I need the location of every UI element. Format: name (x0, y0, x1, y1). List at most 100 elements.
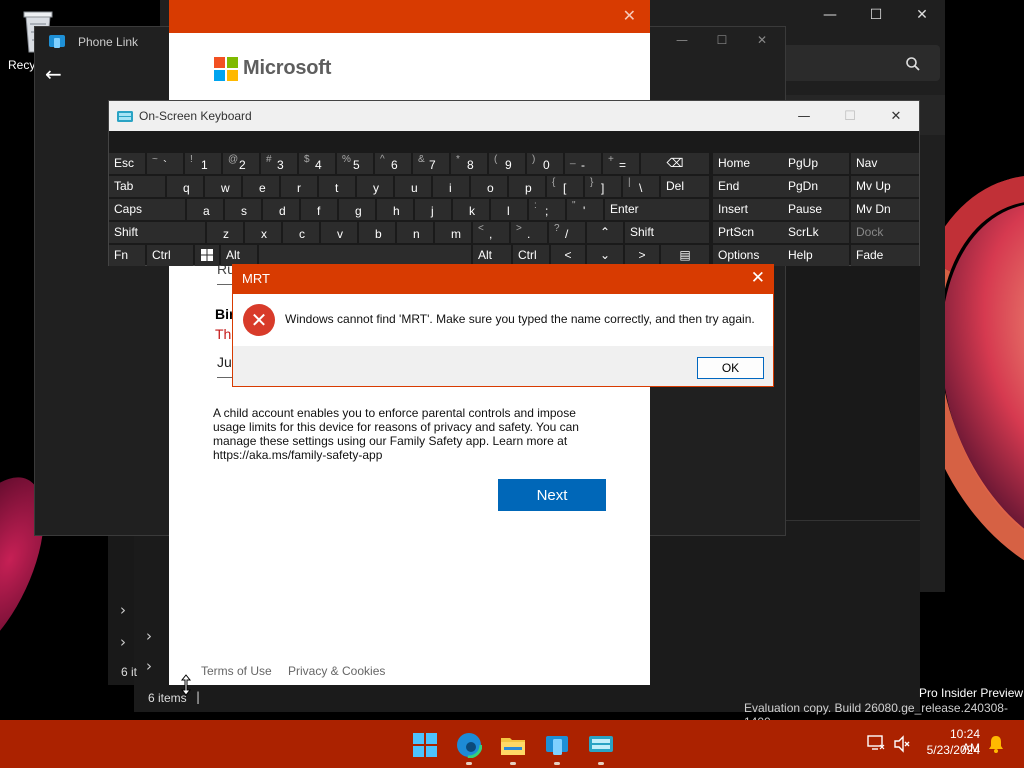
key-u[interactable]: u (395, 176, 431, 197)
key-8[interactable]: * 8 (451, 153, 487, 174)
key-left-arrow[interactable]: < (551, 245, 585, 266)
key-y[interactable]: y (357, 176, 393, 197)
file-explorer-icon[interactable] (500, 732, 526, 758)
maximize-button[interactable]: ☐ (702, 26, 742, 54)
key-9[interactable]: (9 (489, 153, 525, 174)
minimize-button[interactable]: — (807, 0, 853, 30)
key-k[interactable]: k (453, 199, 489, 220)
close-button[interactable]: ✕ (751, 268, 765, 288)
key-down-arrow[interactable]: ⌄ (587, 245, 623, 266)
key-tab[interactable]: Tab (109, 176, 165, 197)
key-menu[interactable]: ▤ (661, 245, 709, 266)
key-dock[interactable]: Dock (851, 222, 919, 243)
key-d[interactable]: d (263, 199, 299, 220)
key-enter[interactable]: Enter (605, 199, 709, 220)
key-fade[interactable]: Fade (851, 245, 919, 266)
key-backslash[interactable]: | \ (623, 176, 659, 197)
key-j[interactable]: j (415, 199, 451, 220)
key-right-ctrl[interactable]: Ctrl (513, 245, 549, 266)
key-s[interactable]: s (225, 199, 261, 220)
close-button[interactable]: ✕ (623, 6, 636, 25)
key-fn[interactable]: Fn (109, 245, 145, 266)
minimize-button[interactable]: — (662, 26, 702, 54)
key-7[interactable]: & 7 (413, 153, 449, 174)
key-right-bracket[interactable]: }] (585, 176, 621, 197)
terms-of-use-link[interactable]: Terms of Use (201, 664, 272, 678)
key-semicolon[interactable]: :; (529, 199, 565, 220)
key-scrlk[interactable]: ScrLk (783, 222, 849, 243)
key-del[interactable]: Del (661, 176, 709, 197)
key-o[interactable]: o (471, 176, 507, 197)
key-1[interactable]: ! 1 (185, 153, 221, 174)
key-2[interactable]: @2 (223, 153, 259, 174)
key-l[interactable]: l (491, 199, 527, 220)
expand-chevron-icon[interactable]: › (120, 633, 126, 651)
key-space[interactable] (259, 245, 471, 266)
start-icon[interactable] (412, 732, 438, 758)
key-comma[interactable]: <, (473, 222, 509, 243)
key-p[interactable]: p (509, 176, 545, 197)
key-0[interactable]: ) 0 (527, 153, 563, 174)
maximize-button[interactable]: ☐ (853, 0, 899, 30)
key-up-arrow[interactable]: ⌃ (587, 222, 623, 243)
key-help[interactable]: Help (783, 245, 849, 266)
key-mv-dn[interactable]: Mv Dn (851, 199, 919, 220)
key-alt[interactable]: Alt (221, 245, 257, 266)
key-b[interactable]: b (359, 222, 395, 243)
key-n[interactable]: n (397, 222, 433, 243)
key-quote[interactable]: " ' (567, 199, 603, 220)
key-end[interactable]: End (713, 176, 783, 197)
key-right-arrow[interactable]: > (625, 245, 659, 266)
key-r[interactable]: r (281, 176, 317, 197)
key-caps[interactable]: Caps (109, 199, 185, 220)
key-backtick[interactable]: ~ ` (147, 153, 183, 174)
key-slash[interactable]: ? / (549, 222, 585, 243)
key-f[interactable]: f (301, 199, 337, 220)
key-x[interactable]: x (245, 222, 281, 243)
expand-chevron-icon[interactable]: › (120, 601, 126, 619)
key-w[interactable]: w (205, 176, 241, 197)
key-backspace[interactable]: ⌫ (641, 153, 709, 174)
expand-chevron-icon[interactable]: › (146, 657, 152, 675)
key-pgdn[interactable]: PgDn (783, 176, 849, 197)
key-c[interactable]: c (283, 222, 319, 243)
close-button[interactable]: ✕ (742, 26, 782, 54)
close-button[interactable]: ✕ (873, 101, 919, 131)
key-a[interactable]: a (187, 199, 223, 220)
key-v[interactable]: v (321, 222, 357, 243)
key-5[interactable]: % 5 (337, 153, 373, 174)
phone-link-icon[interactable] (544, 732, 570, 758)
key-home[interactable]: Home (713, 153, 783, 174)
key-insert[interactable]: Insert (713, 199, 783, 220)
close-button[interactable]: ✕ (899, 0, 945, 30)
maximize-button[interactable]: ☐ (827, 101, 873, 131)
key-windows[interactable] (195, 245, 219, 266)
ok-button[interactable]: OK (697, 357, 764, 379)
volume-muted-icon[interactable] (893, 735, 911, 757)
key-e[interactable]: e (243, 176, 279, 197)
recycle-bin-label[interactable]: Recy (8, 58, 35, 72)
key-ctrl[interactable]: Ctrl (147, 245, 193, 266)
on-screen-keyboard-icon[interactable] (588, 732, 614, 758)
edge-icon[interactable] (455, 731, 483, 759)
key-i[interactable]: i (433, 176, 469, 197)
next-button[interactable]: Next (498, 479, 606, 511)
key-left-bracket[interactable]: {[ (547, 176, 583, 197)
key-equals[interactable]: + = (603, 153, 639, 174)
key-right-shift[interactable]: Shift (625, 222, 709, 243)
key-h[interactable]: h (377, 199, 413, 220)
search-icon[interactable] (905, 56, 921, 72)
key-pause[interactable]: Pause (783, 199, 849, 220)
notification-bell-icon[interactable] (988, 735, 1004, 757)
privacy-cookies-link[interactable]: Privacy & Cookies (288, 664, 385, 678)
key-z[interactable]: z (207, 222, 243, 243)
key-nav[interactable]: Nav (851, 153, 919, 174)
key-6[interactable]: ^ 6 (375, 153, 411, 174)
key-options[interactable]: Options (713, 245, 783, 266)
key-m[interactable]: m (435, 222, 471, 243)
key-shift[interactable]: Shift (109, 222, 205, 243)
key-q[interactable]: q (167, 176, 203, 197)
network-icon[interactable] (867, 734, 885, 756)
key-right-alt[interactable]: Alt (473, 245, 511, 266)
expand-chevron-icon[interactable]: › (146, 627, 152, 645)
